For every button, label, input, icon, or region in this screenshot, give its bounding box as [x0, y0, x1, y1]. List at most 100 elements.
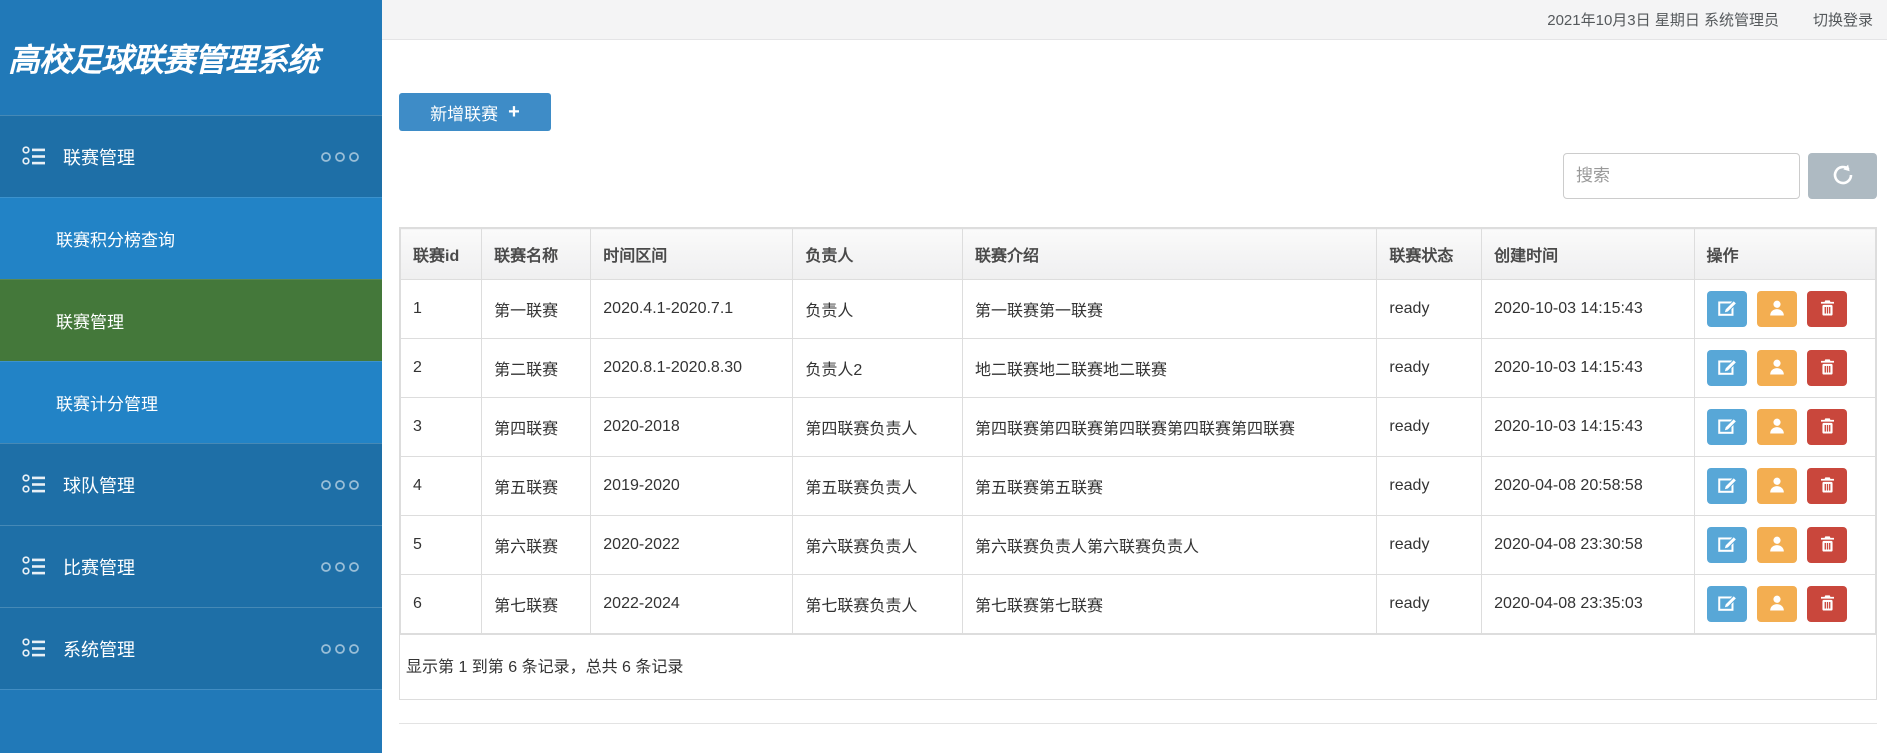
cell-intro: 第七联赛第七联赛: [961, 574, 1378, 634]
cell-intro: 第六联赛负责人第六联赛负责人: [961, 515, 1378, 575]
edit-icon: [1716, 297, 1738, 321]
table-body: 1 第一联赛 2020.4.1-2020.7.1 负责人 第一联赛第一联赛 re…: [399, 279, 1877, 634]
cell-league-id: 1: [399, 279, 483, 339]
main-area: 2021年10月3日 星期日 系统管理员 切换登录 新增联赛 + 搜索 联赛id…: [382, 0, 1887, 753]
cell-status: ready: [1376, 515, 1483, 575]
cell-intro: 第五联赛第五联赛: [961, 456, 1378, 516]
sidebar-subitem-league-scoring-management[interactable]: 联赛计分管理: [0, 361, 382, 443]
edit-icon: [1716, 474, 1738, 498]
column-header-created-time: 创建时间: [1481, 228, 1695, 280]
user-button[interactable]: [1756, 291, 1797, 327]
user-icon: [1767, 298, 1787, 321]
sidebar-subitem-league-management-active[interactable]: 联赛管理: [0, 279, 382, 361]
sidebar-filler: [0, 689, 382, 753]
cell-time-range: 2020.4.1-2020.7.1: [590, 279, 794, 339]
trash-icon: [1818, 475, 1837, 498]
cell-status: ready: [1376, 456, 1483, 516]
cell-actions: [1693, 338, 1877, 398]
sidebar-item-match-management[interactable]: 比赛管理: [0, 525, 382, 607]
cell-status: ready: [1376, 279, 1483, 339]
trash-icon: [1818, 593, 1837, 616]
user-button[interactable]: [1756, 468, 1797, 504]
sidebar-item-league-management[interactable]: 联赛管理: [0, 115, 382, 197]
content: 新增联赛 + 搜索 联赛id 联赛名称 时间区间 负责人 联赛介绍 联赛状态 创…: [382, 40, 1887, 724]
cell-league-id: 3: [399, 397, 483, 457]
delete-button[interactable]: [1807, 586, 1848, 622]
table-row: 3 第四联赛 2020-2018 第四联赛负责人 第四联赛第四联赛第四联赛第四联…: [399, 397, 1877, 457]
table-row: 6 第七联赛 2022-2024 第七联赛负责人 第七联赛第七联赛 ready …: [399, 574, 1877, 634]
ellipsis-dots-icon: [320, 151, 360, 163]
app-window: 高校足球联赛管理系统 联赛管理 联赛积分榜查询 联赛管理 联赛计分管理 球队管理…: [0, 0, 1887, 753]
cell-status: ready: [1376, 338, 1483, 398]
edit-icon: [1716, 533, 1738, 557]
user-icon: [1767, 534, 1787, 557]
switch-login-link[interactable]: 切换登录: [1813, 9, 1873, 30]
trash-icon: [1818, 416, 1837, 439]
list-icon: [22, 146, 46, 167]
edit-button[interactable]: [1706, 527, 1747, 563]
league-table: 联赛id 联赛名称 时间区间 负责人 联赛介绍 联赛状态 创建时间 操作 1 第…: [399, 228, 1877, 634]
sidebar-item-label: 比赛管理: [63, 557, 135, 578]
edit-icon: [1716, 592, 1738, 616]
table-row: 5 第六联赛 2020-2022 第六联赛负责人 第六联赛负责人第六联赛负责人 …: [399, 515, 1877, 575]
user-icon: [1767, 593, 1787, 616]
sidebar-item-team-management[interactable]: 球队管理: [0, 443, 382, 525]
edit-button[interactable]: [1706, 291, 1747, 327]
league-table-container: 联赛id 联赛名称 时间区间 负责人 联赛介绍 联赛状态 创建时间 操作 1 第…: [399, 227, 1877, 700]
sidebar-subitem-label: 联赛管理: [56, 313, 124, 332]
edit-button[interactable]: [1706, 468, 1747, 504]
list-icon: [22, 638, 46, 659]
cell-actions: [1693, 279, 1877, 339]
refresh-icon: [1831, 163, 1855, 190]
cell-created-time: 2020-10-03 14:15:43: [1481, 279, 1695, 339]
delete-button[interactable]: [1807, 409, 1848, 445]
ellipsis-dots-icon: [320, 479, 360, 491]
search-input[interactable]: [1563, 153, 1800, 199]
cell-time-range: 2020.8.1-2020.8.30: [590, 338, 794, 398]
plus-icon: +: [508, 101, 520, 123]
date-user-text: 2021年10月3日 星期日 系统管理员: [1547, 12, 1779, 29]
cell-intro: 第一联赛第一联赛: [961, 279, 1378, 339]
cell-created-time: 2020-10-03 14:15:43: [1481, 338, 1695, 398]
user-button[interactable]: [1756, 350, 1797, 386]
cell-manager: 第六联赛负责人: [792, 515, 963, 575]
sidebar-subitem-label: 联赛计分管理: [56, 395, 158, 414]
table-row: 4 第五联赛 2019-2020 第五联赛负责人 第五联赛第五联赛 ready …: [399, 456, 1877, 516]
table-row: 1 第一联赛 2020.4.1-2020.7.1 负责人 第一联赛第一联赛 re…: [399, 279, 1877, 339]
cell-actions: [1693, 574, 1877, 634]
user-button[interactable]: [1756, 586, 1797, 622]
edit-button[interactable]: [1706, 409, 1747, 445]
cell-time-range: 2020-2018: [590, 397, 794, 457]
column-header-actions: 操作: [1693, 228, 1877, 280]
sidebar-subitem-league-standings-query[interactable]: 联赛积分榜查询: [0, 197, 382, 279]
cell-league-id: 4: [399, 456, 483, 516]
refresh-button[interactable]: [1808, 153, 1877, 199]
user-icon: [1767, 416, 1787, 439]
cell-status: ready: [1376, 574, 1483, 634]
delete-button[interactable]: [1807, 350, 1848, 386]
cell-league-name: 第七联赛: [481, 574, 592, 634]
delete-button[interactable]: [1807, 527, 1848, 563]
search-row: [399, 153, 1877, 199]
delete-button[interactable]: [1807, 468, 1848, 504]
user-button[interactable]: [1756, 409, 1797, 445]
trash-icon: [1818, 534, 1837, 557]
sidebar-item-label: 联赛管理: [63, 147, 135, 168]
trash-icon: [1818, 357, 1837, 380]
column-header-intro: 联赛介绍: [961, 228, 1378, 280]
cell-manager: 第七联赛负责人: [792, 574, 963, 634]
cell-actions: [1693, 515, 1877, 575]
cell-league-name: 第四联赛: [481, 397, 592, 457]
cell-manager: 负责人2: [792, 338, 963, 398]
ellipsis-dots-icon: [320, 643, 360, 655]
user-button[interactable]: [1756, 527, 1797, 563]
sidebar-item-system-management[interactable]: 系统管理: [0, 607, 382, 689]
table-row: 2 第二联赛 2020.8.1-2020.8.30 负责人2 地二联赛地二联赛地…: [399, 338, 1877, 398]
cell-intro: 第四联赛第四联赛第四联赛第四联赛第四联赛: [961, 397, 1378, 457]
list-icon: [22, 556, 46, 577]
add-league-button[interactable]: 新增联赛 +: [399, 93, 551, 131]
edit-button[interactable]: [1706, 350, 1747, 386]
pagination-summary: 显示第 1 到第 6 条记录，总共 6 条记录: [400, 634, 1876, 699]
delete-button[interactable]: [1807, 291, 1848, 327]
edit-button[interactable]: [1706, 586, 1747, 622]
